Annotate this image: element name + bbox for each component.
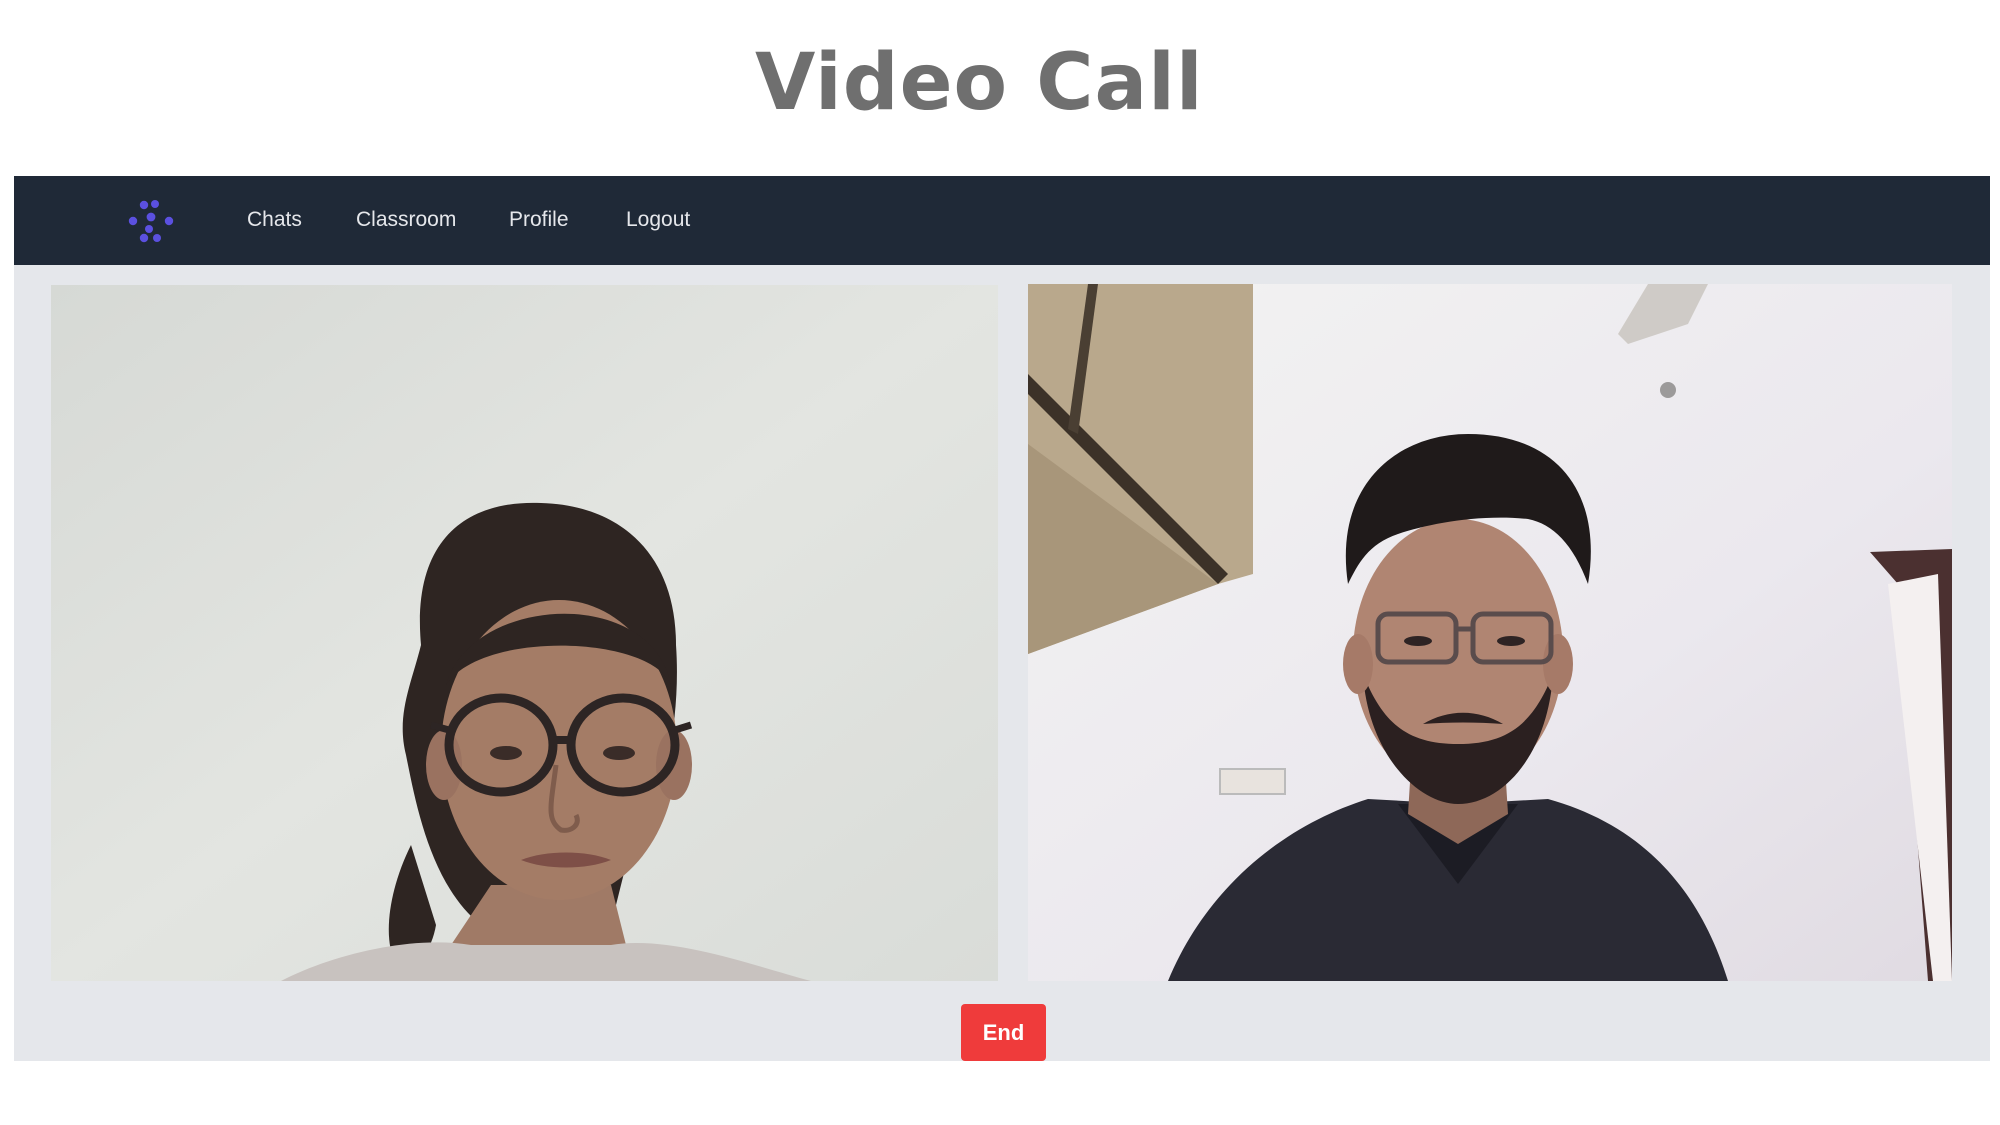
- dots-burst-logo-icon[interactable]: [126, 196, 176, 246]
- local-video-tile: [51, 285, 998, 981]
- nav-link-logout[interactable]: Logout: [626, 206, 690, 234]
- page-title: Video Call: [755, 38, 1204, 128]
- nav-link-classroom[interactable]: Classroom: [356, 206, 456, 234]
- local-video-feed: [51, 285, 998, 981]
- remote-video-feed: [1028, 284, 1952, 981]
- end-call-button[interactable]: End: [961, 1004, 1046, 1061]
- remote-video-tile: [1028, 284, 1952, 981]
- video-call-page: Video Call Chats Classroom Profile Logou…: [0, 0, 2000, 1125]
- nav-link-profile[interactable]: Profile: [509, 206, 569, 234]
- app-frame: Chats Classroom Profile Logout End: [14, 176, 1990, 1061]
- nav-link-chats[interactable]: Chats: [247, 206, 302, 234]
- top-navbar: Chats Classroom Profile Logout: [14, 176, 1990, 265]
